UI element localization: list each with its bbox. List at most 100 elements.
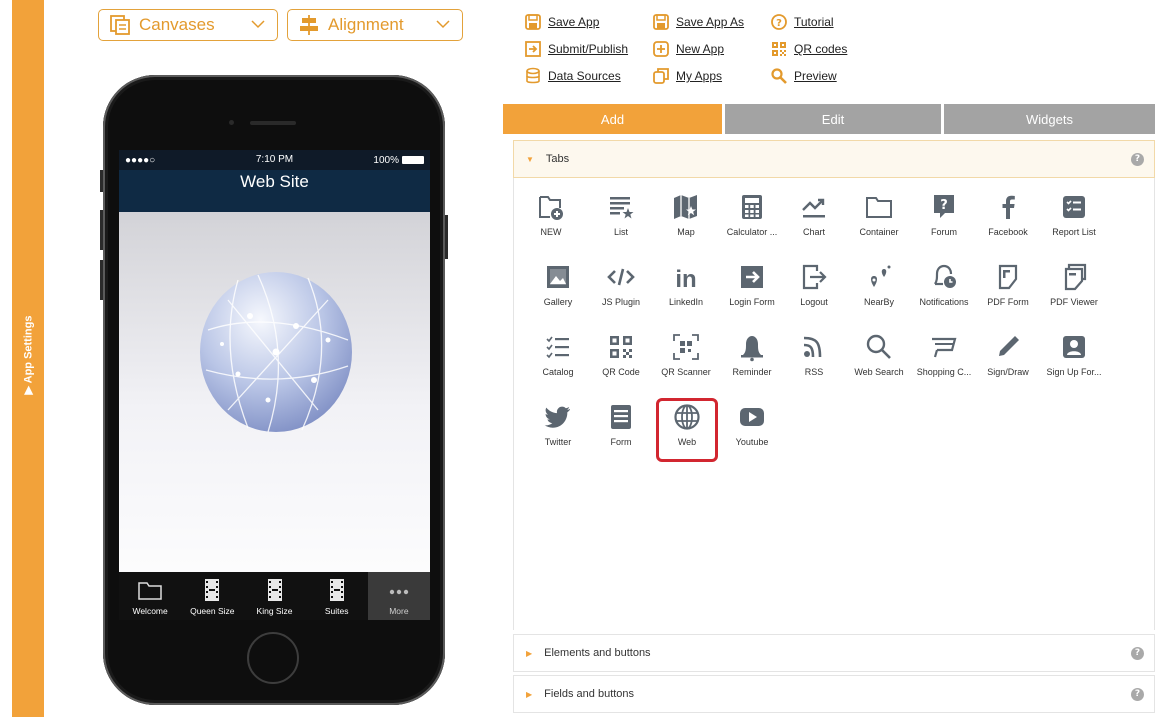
widget-reminder[interactable]: Reminder xyxy=(722,328,782,388)
widget-map[interactable]: Map xyxy=(656,188,716,248)
folder-icon xyxy=(866,197,892,218)
widget-label: QR Code xyxy=(602,367,640,377)
widget-label: List xyxy=(613,227,628,237)
phone-tab-more[interactable]: More xyxy=(367,572,430,620)
widget-form[interactable]: Form xyxy=(591,398,651,458)
canvases-dropdown[interactable]: Canvases xyxy=(98,9,278,41)
widget-new[interactable]: NEW xyxy=(521,188,581,248)
section-fields-header[interactable]: ▶ Fields and buttons ? xyxy=(513,675,1155,713)
section-tabs-header[interactable]: ▼ Tabs ? xyxy=(513,140,1155,178)
widget-js-plugin[interactable]: JS Plugin xyxy=(591,258,651,318)
section-elements-header[interactable]: ▶ Elements and buttons ? xyxy=(513,634,1155,672)
alignment-dropdown[interactable]: Alignment xyxy=(287,9,463,41)
widget-label: Report List xyxy=(1052,227,1096,237)
phone-tab-queen-size[interactable]: Queen Size xyxy=(181,572,243,620)
widget-label: NEW xyxy=(540,227,562,237)
widget-web-search[interactable]: Web Search xyxy=(849,328,909,388)
widget-label: NearBy xyxy=(863,297,894,307)
tab-add[interactable]: Add xyxy=(503,104,722,134)
phone-tab-label: Suites xyxy=(324,606,349,616)
widget-label: Web Search xyxy=(854,367,904,377)
widget-label: Web xyxy=(677,437,697,447)
widget-label: Gallery xyxy=(543,297,573,307)
globe-icon xyxy=(200,272,352,433)
phone-speaker xyxy=(250,121,296,125)
new-app-link[interactable]: New App xyxy=(652,40,724,58)
widget-logout[interactable]: Logout xyxy=(784,258,844,318)
widget-report-list[interactable]: Report List xyxy=(1044,188,1104,248)
widget-label: Notifications xyxy=(919,297,969,307)
widget-facebook[interactable]: Facebook xyxy=(978,188,1038,248)
widget-label: Map xyxy=(677,227,695,237)
qr-code-icon xyxy=(772,42,786,56)
widget-shopping-cart[interactable]: Shopping C... xyxy=(914,328,974,388)
save-app-as-label: Save App As xyxy=(676,15,745,29)
tab-widgets[interactable]: Widgets xyxy=(941,104,1155,134)
widget-sign-up-form[interactable]: Sign Up For... xyxy=(1044,328,1104,388)
widget-catalog[interactable]: Catalog xyxy=(528,328,588,388)
pdf-form-icon xyxy=(998,264,1018,290)
widget-container[interactable]: Container xyxy=(849,188,909,248)
widget-qr-code[interactable]: QR Code xyxy=(591,328,651,388)
widget-web[interactable]: Web xyxy=(656,398,718,462)
database-icon xyxy=(526,67,540,84)
svg-text:in: in xyxy=(675,266,696,292)
widget-sign-draw[interactable]: Sign/Draw xyxy=(978,328,1038,388)
widget-label: Sign/Draw xyxy=(987,367,1029,377)
save-app-link[interactable]: Save App xyxy=(524,13,599,31)
phone-tab-king-size[interactable]: King Size xyxy=(243,572,305,620)
widget-label: Chart xyxy=(802,227,825,237)
facebook-icon xyxy=(1002,195,1015,219)
help-icon[interactable]: ? xyxy=(1131,688,1144,701)
phone-tab-label: Queen Size xyxy=(190,606,235,616)
widget-notifications[interactable]: Notifications xyxy=(914,258,974,318)
widget-label: RSS xyxy=(804,367,824,377)
widget-login-form[interactable]: Login Form xyxy=(722,258,782,318)
app-settings-panel-toggle[interactable]: ▶ App Settings xyxy=(12,0,44,717)
status-time: 7:10 PM xyxy=(255,154,294,165)
widget-qr-scanner[interactable]: QR Scanner xyxy=(656,328,716,388)
widget-label: QR Scanner xyxy=(661,367,711,377)
user-card-icon xyxy=(1063,336,1085,358)
widget-forum[interactable]: ? Forum xyxy=(914,188,974,248)
my-apps-link[interactable]: My Apps xyxy=(652,67,722,85)
tab-edit[interactable]: Edit xyxy=(722,104,941,134)
widget-list[interactable]: List xyxy=(591,188,651,248)
more-icon xyxy=(389,589,409,595)
search-icon xyxy=(866,334,891,359)
help-icon[interactable]: ? xyxy=(1131,647,1144,660)
twitter-icon xyxy=(544,406,570,428)
save-app-as-link[interactable]: Save App As xyxy=(652,13,744,31)
preview-link[interactable]: Preview xyxy=(770,67,837,85)
panel-tabs: Add Edit Widgets xyxy=(503,104,1155,134)
widget-nearby[interactable]: NearBy xyxy=(849,258,909,318)
film-icon xyxy=(205,579,220,601)
widget-rss[interactable]: RSS xyxy=(784,328,844,388)
widget-label: Reminder xyxy=(732,367,772,377)
widget-pdf-form[interactable]: PDF Form xyxy=(978,258,1038,318)
widget-youtube[interactable]: Youtube xyxy=(722,398,782,458)
tutorial-link[interactable]: ? Tutorial xyxy=(770,13,834,31)
widget-calculator[interactable]: Calculator ... xyxy=(722,188,782,248)
help-icon[interactable]: ? xyxy=(1131,153,1144,166)
globe-icon xyxy=(674,404,700,430)
qr-code-icon xyxy=(610,336,632,358)
qr-codes-link[interactable]: QR codes xyxy=(770,40,847,58)
widget-chart[interactable]: Chart xyxy=(784,188,844,248)
logout-icon xyxy=(802,264,827,290)
widget-pdf-viewer[interactable]: PDF Viewer xyxy=(1044,258,1104,318)
phone-tab-welcome[interactable]: Welcome xyxy=(119,572,181,620)
caret-down-icon: ▼ xyxy=(526,154,534,164)
code-icon xyxy=(607,268,635,286)
phone-tab-suites[interactable]: Suites xyxy=(306,572,368,620)
save-icon xyxy=(525,14,541,30)
widget-gallery[interactable]: Gallery xyxy=(528,258,588,318)
canvases-icon xyxy=(110,15,130,35)
data-sources-link[interactable]: Data Sources xyxy=(524,67,621,85)
phone-tab-label: King Size xyxy=(256,606,293,616)
widget-label: Twitter xyxy=(544,437,572,447)
widget-linkedin[interactable]: in LinkedIn xyxy=(656,258,716,318)
phone-tab-bar: Welcome Queen Size King Size Suites More xyxy=(119,572,430,620)
submit-publish-link[interactable]: Submit/Publish xyxy=(524,40,628,58)
widget-twitter[interactable]: Twitter xyxy=(528,398,588,458)
